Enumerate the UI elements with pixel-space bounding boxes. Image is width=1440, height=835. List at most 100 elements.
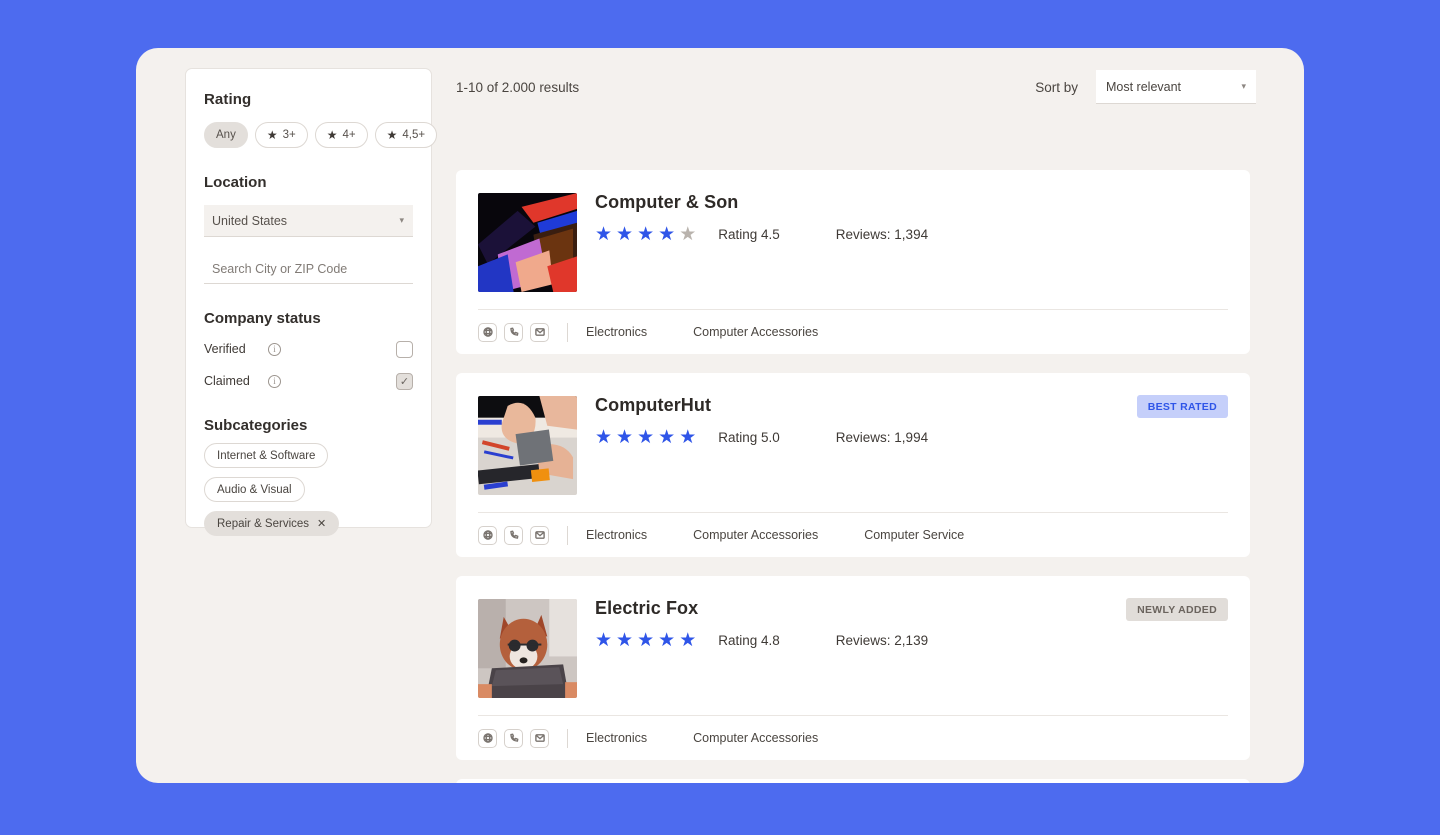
status-badge: NEWLY ADDED	[1126, 598, 1228, 621]
category-link[interactable]: Electronics	[586, 528, 647, 542]
star-rating: ★★★★★	[595, 225, 696, 244]
rating-value: Rating 4.8	[718, 633, 780, 648]
info-icon[interactable]: i	[268, 375, 281, 388]
phone-icon[interactable]	[504, 729, 523, 748]
results-count: 1-10 of 2.000 results	[456, 80, 579, 95]
result-card[interactable]: ComputerHut ★★★★★ Rating 5.0 Reviews: 1,994…	[456, 373, 1250, 557]
card-body: ComputerHut ★★★★★ Rating 5.0 Reviews: 1,994…	[456, 373, 1250, 512]
rating-pill-label: Any	[216, 129, 236, 141]
star-icon: ★	[267, 129, 278, 141]
results-toolbar: 1-10 of 2.000 results Sort by Most relev…	[456, 68, 1256, 106]
sort-select[interactable]: Most relevant ▾	[1096, 70, 1256, 104]
sort-by-label: Sort by	[1035, 80, 1078, 95]
company-status-group: VerifiediClaimedi✓	[204, 339, 413, 391]
country-select-value: United States	[212, 214, 287, 228]
category-link[interactable]: Electronics	[586, 325, 647, 339]
rating-pill-label: 3+	[283, 129, 296, 141]
business-name[interactable]: ComputerHut	[595, 395, 711, 416]
star-icon: ★	[679, 631, 696, 650]
subcategory-tag-audio-visual[interactable]: Audio & Visual	[204, 477, 305, 502]
star-icon: ★	[658, 631, 675, 650]
divider	[567, 729, 568, 748]
checkbox-verified[interactable]	[396, 341, 413, 358]
rating-pill-any[interactable]: Any	[204, 122, 248, 148]
category-link[interactable]: Computer Accessories	[693, 731, 818, 745]
divider	[567, 323, 568, 342]
star-icon: ★	[637, 631, 654, 650]
business-thumbnail	[478, 599, 577, 698]
star-icon: ★	[637, 225, 654, 244]
company-status-title: Company status	[204, 310, 413, 327]
business-name[interactable]: Computer & Son	[595, 192, 738, 213]
star-rating: ★★★★★	[595, 631, 696, 650]
results-area: 1-10 of 2.000 results Sort by Most relev…	[456, 48, 1304, 783]
rating-value: Rating 5.0	[718, 430, 780, 445]
subcategory-tag-repair-services[interactable]: Repair & Services✕	[204, 511, 339, 536]
subcategory-tag-wrap: Repair & Services✕	[204, 502, 413, 536]
location-section-title: Location	[204, 174, 413, 191]
result-card[interactable]: Electric Fox★★★★★Rating 4.8Reviews: 2,13…	[456, 576, 1250, 760]
business-thumbnail	[478, 396, 577, 495]
status-row-claimed: Claimedi ✓	[204, 371, 413, 391]
reviews-count: Reviews: 2,139	[836, 633, 928, 648]
subcategory-tag-list: Internet & Software Audio & Visual Repair …	[204, 434, 413, 536]
chevron-down-icon: ▾	[399, 215, 404, 226]
country-select[interactable]: United States ▾	[204, 205, 413, 237]
category-link[interactable]: Computer Accessories	[693, 528, 818, 542]
result-card[interactable]: Computer & Son★★★★★Rating 4.5Reviews: 1,…	[456, 170, 1250, 354]
status-row-verified: Verifiedi	[204, 339, 413, 359]
mail-icon[interactable]	[530, 323, 549, 342]
business-name[interactable]: Electric Fox	[595, 598, 698, 619]
star-icon: ★	[616, 631, 633, 650]
rating-pill-4-[interactable]: ★ 4+	[315, 122, 368, 148]
status-label: Verified	[204, 342, 268, 356]
remove-tag-icon[interactable]: ✕	[317, 517, 326, 530]
phone-icon[interactable]	[504, 526, 523, 545]
subcategory-tag-wrap: Internet & Software	[204, 434, 413, 468]
divider	[567, 526, 568, 545]
card-footer: Electronics Computer Accessories	[478, 715, 1228, 760]
card-body: Computer & Son★★★★★Rating 4.5Reviews: 1,…	[456, 170, 1250, 309]
category-link[interactable]: Computer Accessories	[693, 325, 818, 339]
rating-value: Rating 4.5	[718, 227, 780, 242]
reviews-count: Reviews: 1,994	[836, 430, 928, 445]
result-card[interactable]: Computer MagiciansBEST RATED	[456, 779, 1250, 783]
filters-sidebar: Rating Any★3+★4+★4,5+ Location United St…	[185, 68, 432, 528]
globe-icon[interactable]	[478, 323, 497, 342]
rating-filter-group: Any★3+★4+★4,5+	[204, 122, 413, 148]
rating-pill-3-[interactable]: ★ 3+	[255, 122, 308, 148]
globe-icon[interactable]	[478, 526, 497, 545]
star-icon: ★	[658, 428, 675, 447]
city-search-input[interactable]	[212, 262, 405, 276]
star-icon: ★	[595, 631, 612, 650]
rating-row: ★★★★★ Rating 5.0 Reviews: 1,994	[595, 428, 928, 447]
status-label: Claimed	[204, 374, 268, 388]
status-badge: BEST RATED	[1137, 395, 1228, 418]
mail-icon[interactable]	[530, 729, 549, 748]
category-link[interactable]: Computer Service	[864, 528, 964, 542]
star-icon: ★	[679, 428, 696, 447]
star-rating: ★★★★★	[595, 428, 696, 447]
rating-pill-4-5-[interactable]: ★4,5+	[375, 122, 437, 148]
globe-icon[interactable]	[478, 729, 497, 748]
phone-icon[interactable]	[504, 323, 523, 342]
checkbox-claimed[interactable]: ✓	[396, 373, 413, 390]
category-link[interactable]: Electronics	[586, 731, 647, 745]
mail-icon[interactable]	[530, 526, 549, 545]
star-icon: ★	[658, 225, 675, 244]
sort-controls: Sort by Most relevant ▾	[1035, 70, 1256, 104]
rating-pill-label: 4+	[342, 129, 355, 141]
subcategory-tag-wrap: Audio & Visual	[204, 468, 413, 502]
star-icon: ★	[595, 225, 612, 244]
rating-section-title: Rating	[204, 91, 413, 108]
star-icon: ★	[637, 428, 654, 447]
card-footer: Electronics Computer Accessories	[478, 309, 1228, 354]
city-search-field[interactable]	[204, 254, 413, 284]
subcategory-tag-internet-software[interactable]: Internet & Software	[204, 443, 328, 468]
rating-pill-label: 4,5+	[402, 129, 425, 141]
card-footer: Electronics Computer Accessories Computer …	[478, 512, 1228, 557]
star-icon: ★	[616, 225, 633, 244]
info-icon[interactable]: i	[268, 343, 281, 356]
star-icon: ★	[327, 129, 338, 141]
chevron-down-icon: ▾	[1241, 81, 1246, 92]
